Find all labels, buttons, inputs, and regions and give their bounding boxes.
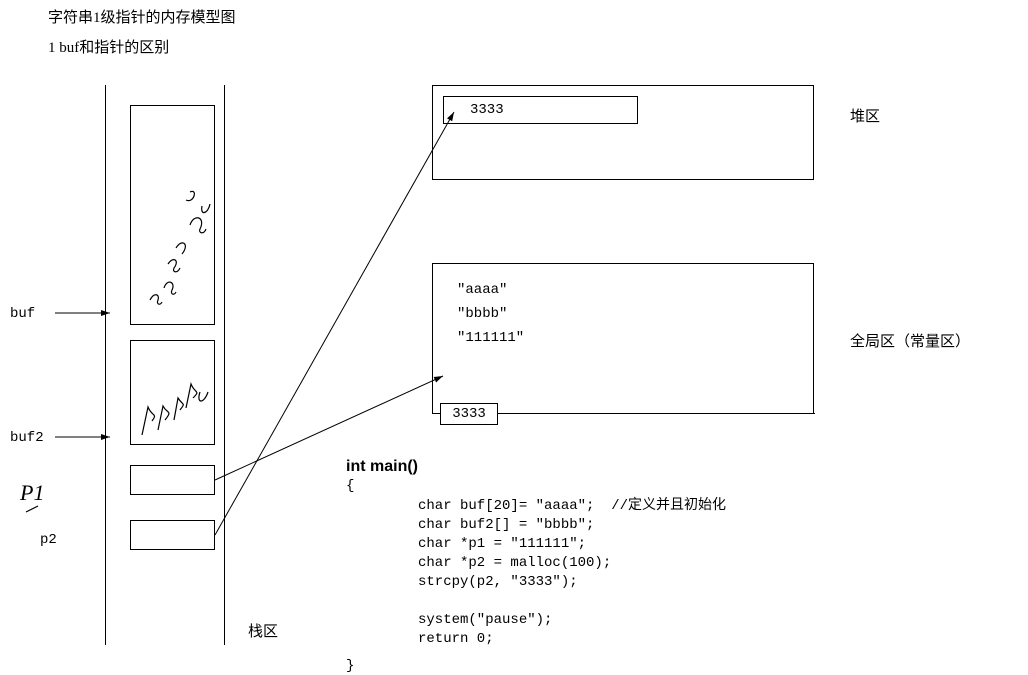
arrow-p2-to-heap <box>215 112 454 535</box>
page-title: 字符串1级指针的内存模型图 <box>48 6 236 27</box>
code-brace-open: { <box>346 478 354 494</box>
code-body: char buf[20]= "aaaa"; //定义并且初始化 char buf… <box>418 497 726 649</box>
code-brace-close: } <box>346 658 354 674</box>
stack-buf-box <box>130 105 215 325</box>
buf2-label: buf2 <box>10 430 44 446</box>
heap-region-label: 堆区 <box>850 105 880 126</box>
stack-p1-box <box>130 465 215 495</box>
heap-value-box: 3333 <box>443 96 638 124</box>
buf-label: buf <box>10 306 35 322</box>
global-aaaa: "aaaa" <box>457 282 813 298</box>
global-region-label: 全局区（常量区） <box>850 330 970 351</box>
heap-region: 3333 <box>432 85 814 180</box>
global-bbbb: "bbbb" <box>457 306 813 322</box>
global-3333-box: 3333 <box>440 403 498 425</box>
global-region: "aaaa" "bbbb" "111111" <box>432 263 814 413</box>
p2-label: p2 <box>40 532 57 548</box>
stack-region-label: 栈区 <box>248 620 278 641</box>
stack-buf2-box <box>130 340 215 445</box>
global-border-left <box>432 413 441 414</box>
p1-underline <box>26 506 38 512</box>
global-111111: "111111" <box>457 330 813 346</box>
global-border-right <box>498 413 815 414</box>
p1-label: P1 <box>20 480 44 506</box>
code-main-signature: int main() <box>346 458 418 476</box>
page-subtitle: 1 buf和指针的区别 <box>48 36 169 57</box>
stack-p2-box <box>130 520 215 550</box>
